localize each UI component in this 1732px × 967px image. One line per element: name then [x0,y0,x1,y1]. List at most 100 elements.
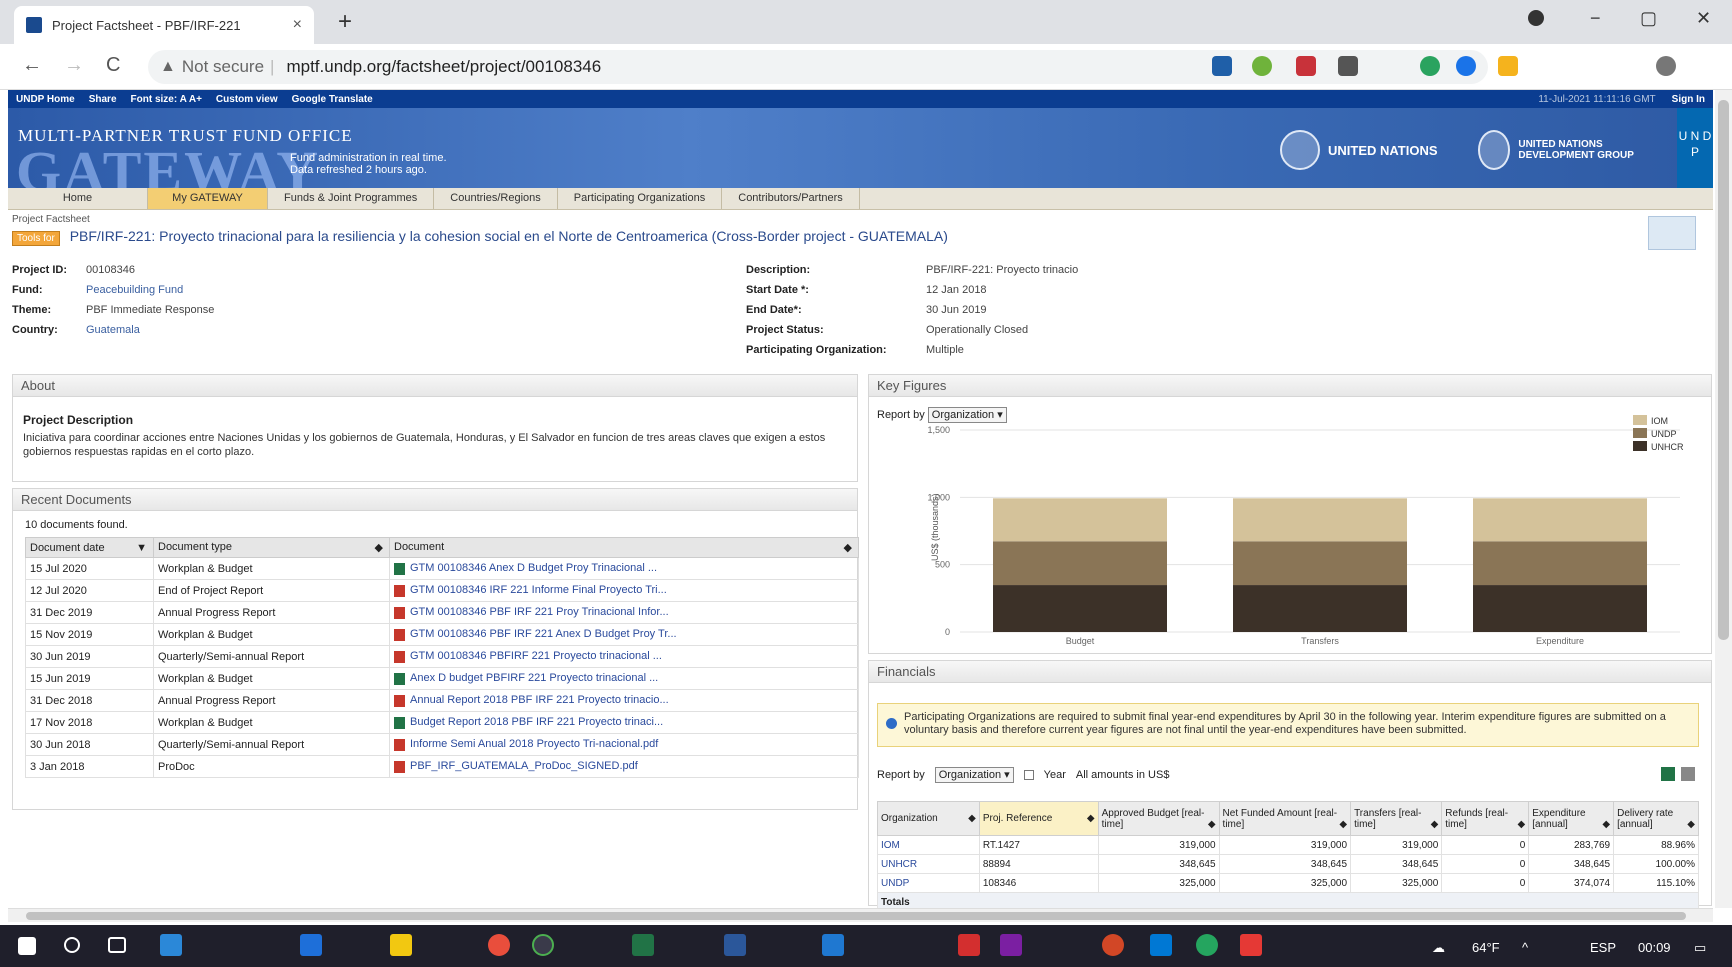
taskbar-app-icon[interactable] [822,934,844,956]
vertical-scrollbar[interactable] [1715,90,1732,908]
table-row[interactable]: 15 Jul 2020 Workplan & Budget GTM 001083… [25,557,859,580]
sign-in-link[interactable]: Sign In [1672,94,1705,105]
document-link[interactable]: PBF_IRF_GUATEMALA_ProDoc_SIGNED.pdf [389,755,859,778]
share-link[interactable]: Share [89,94,117,105]
column-header[interactable]: Document ◆ [389,537,859,558]
document-link[interactable]: GTM 00108346 PBFIRF 221 Proyecto trinaci… [389,645,859,668]
chevron-up-icon[interactable]: ^ [1522,940,1528,955]
table-row[interactable]: 15 Nov 2019 Workplan & Budget GTM 001083… [25,623,859,646]
column-header[interactable]: Approved Budget [real-time] ◆ [1097,801,1220,836]
column-header[interactable]: Proj. Reference ◆ [978,801,1099,836]
table-row[interactable]: 30 Jun 2019 Quarterly/Semi-annual Report… [25,645,859,668]
browser-tab[interactable]: Project Factsheet - PBF/IRF-221 × [14,6,314,44]
task-view-icon[interactable] [108,937,126,953]
sort-icon[interactable]: ◆ [1687,819,1695,830]
table-row[interactable]: 12 Jul 2020 End of Project Report GTM 00… [25,579,859,602]
tab-funds[interactable]: Funds & Joint Programmes [268,188,435,209]
undp-home-link[interactable]: UNDP Home [16,94,75,105]
excel-icon[interactable] [632,934,654,956]
undp-logo[interactable]: U N D P [1677,108,1713,188]
clock[interactable]: 00:09 [1638,940,1671,955]
extension-icon[interactable] [1338,56,1358,76]
document-link[interactable]: GTM 00108346 IRF 221 Informe Final Proye… [389,579,859,602]
reload-button[interactable]: C [106,54,120,77]
extension-icon[interactable] [1296,56,1316,76]
minimize-button[interactable]: − [1590,8,1601,29]
panel-header[interactable]: About [13,375,857,397]
custom-view-link[interactable]: Custom view [216,94,278,105]
language-indicator[interactable]: ESP [1590,940,1616,955]
sort-icon[interactable]: ◆ [1208,819,1216,830]
address-bar[interactable]: ▲ Not secure | mptf.undp.org/factsheet/p… [148,50,1488,84]
document-link[interactable]: Anex D budget PBFIRF 221 Proyecto trinac… [389,667,859,690]
google-translate-link[interactable]: Google Translate [292,94,373,105]
weather-temp[interactable]: 64°F [1472,940,1500,955]
column-header[interactable]: Document type ◆ [153,537,390,558]
year-checkbox[interactable] [1023,770,1034,780]
table-row[interactable]: 17 Nov 2018 Workplan & Budget Budget Rep… [25,711,859,734]
tools-badge[interactable]: Tools for [12,231,60,246]
column-header[interactable]: Transfers [real-time] ◆ [1350,801,1443,836]
print-icon[interactable] [1681,767,1695,781]
table-cell[interactable]: UNDP [877,873,980,893]
table-cell[interactable]: UNHCR [877,854,980,874]
document-link[interactable]: GTM 00108346 Anex D Budget Proy Trinacio… [389,557,859,580]
notifications-icon[interactable]: ▭ [1694,940,1706,956]
taskbar-app-icon[interactable] [390,934,412,956]
tab-my-gateway[interactable]: My GATEWAY [148,188,268,209]
tab-countries[interactable]: Countries/Regions [434,188,558,209]
font-size-link[interactable]: Font size: A A+ [131,94,202,105]
search-icon[interactable] [64,937,80,953]
table-row[interactable]: 31 Dec 2018 Annual Progress Report Annua… [25,689,859,712]
extension-icon[interactable] [1498,56,1518,76]
document-link[interactable]: GTM 00108346 PBF IRF 221 Proy Trinaciona… [389,601,859,624]
avatar[interactable] [1656,56,1676,76]
report-by-select[interactable]: Organization ▾ [934,767,1014,783]
sort-icon[interactable]: ◆ [1339,819,1347,830]
table-row[interactable]: 15 Jun 2019 Workplan & Budget Anex D bud… [25,667,859,690]
taskbar-app-icon[interactable] [160,934,182,956]
tab-close-icon[interactable]: × [293,16,302,34]
extension-icon[interactable] [1252,56,1272,76]
column-header[interactable]: Refunds [real-time] ◆ [1441,801,1530,836]
restore-button[interactable]: ▢ [1640,8,1657,29]
sort-icon[interactable]: ◆ [844,541,852,554]
document-link[interactable]: Budget Report 2018 PBF IRF 221 Proyecto … [389,711,859,734]
acrobat-icon[interactable] [958,934,980,956]
taskbar-app-icon[interactable] [488,934,510,956]
sort-icon[interactable]: ◆ [1431,819,1439,830]
sort-icon[interactable]: ◆ [375,541,383,554]
column-header[interactable]: Expenditure [annual] ◆ [1528,801,1615,836]
tab-participating-orgs[interactable]: Participating Organizations [558,188,723,209]
document-link[interactable]: Informe Semi Anual 2018 Proyecto Tri-nac… [389,733,859,756]
scrollbar-thumb[interactable] [26,912,1686,920]
country-link[interactable]: Guatemala [86,324,140,336]
panel-header[interactable]: Financials [869,661,1711,683]
sort-icon[interactable]: ◆ [968,813,976,824]
extension-icon[interactable] [1456,56,1476,76]
forward-button[interactable]: → [64,54,84,77]
document-link[interactable]: Annual Report 2018 PBF IRF 221 Proyecto … [389,689,859,712]
sort-icon[interactable]: ◆ [1602,819,1610,830]
extension-icon[interactable] [1420,56,1440,76]
taskbar-app-icon[interactable] [1102,934,1124,956]
new-tab-button[interactable]: + [338,8,352,36]
taskbar-app-icon[interactable] [1196,934,1218,956]
export-excel-icon[interactable] [1661,767,1675,781]
tab-contributors[interactable]: Contributors/Partners [722,188,860,209]
document-link[interactable]: GTM 00108346 PBF IRF 221 Anex D Budget P… [389,623,859,646]
fund-link[interactable]: Peacebuilding Fund [86,284,183,296]
table-row[interactable]: 3 Jan 2018 ProDoc PBF_IRF_GUATEMALA_ProD… [25,755,859,778]
column-header[interactable]: Delivery rate [annual] ◆ [1613,801,1699,836]
windows-start-icon[interactable] [18,937,36,955]
scrollbar-thumb[interactable] [1718,100,1729,640]
column-header[interactable]: Organization ◆ [877,801,980,836]
table-row[interactable]: 30 Jun 2018 Quarterly/Semi-annual Report… [25,733,859,756]
onenote-icon[interactable] [1000,934,1022,956]
breadcrumb[interactable]: Project Factsheet [12,214,90,225]
tab-home[interactable]: Home [8,188,148,209]
un-logo[interactable]: UNITED NATIONS [1280,130,1438,170]
taskbar-app-icon[interactable] [1240,934,1262,956]
close-window-button[interactable]: ✕ [1696,8,1711,29]
sort-desc-icon[interactable]: ▼ [136,542,147,554]
